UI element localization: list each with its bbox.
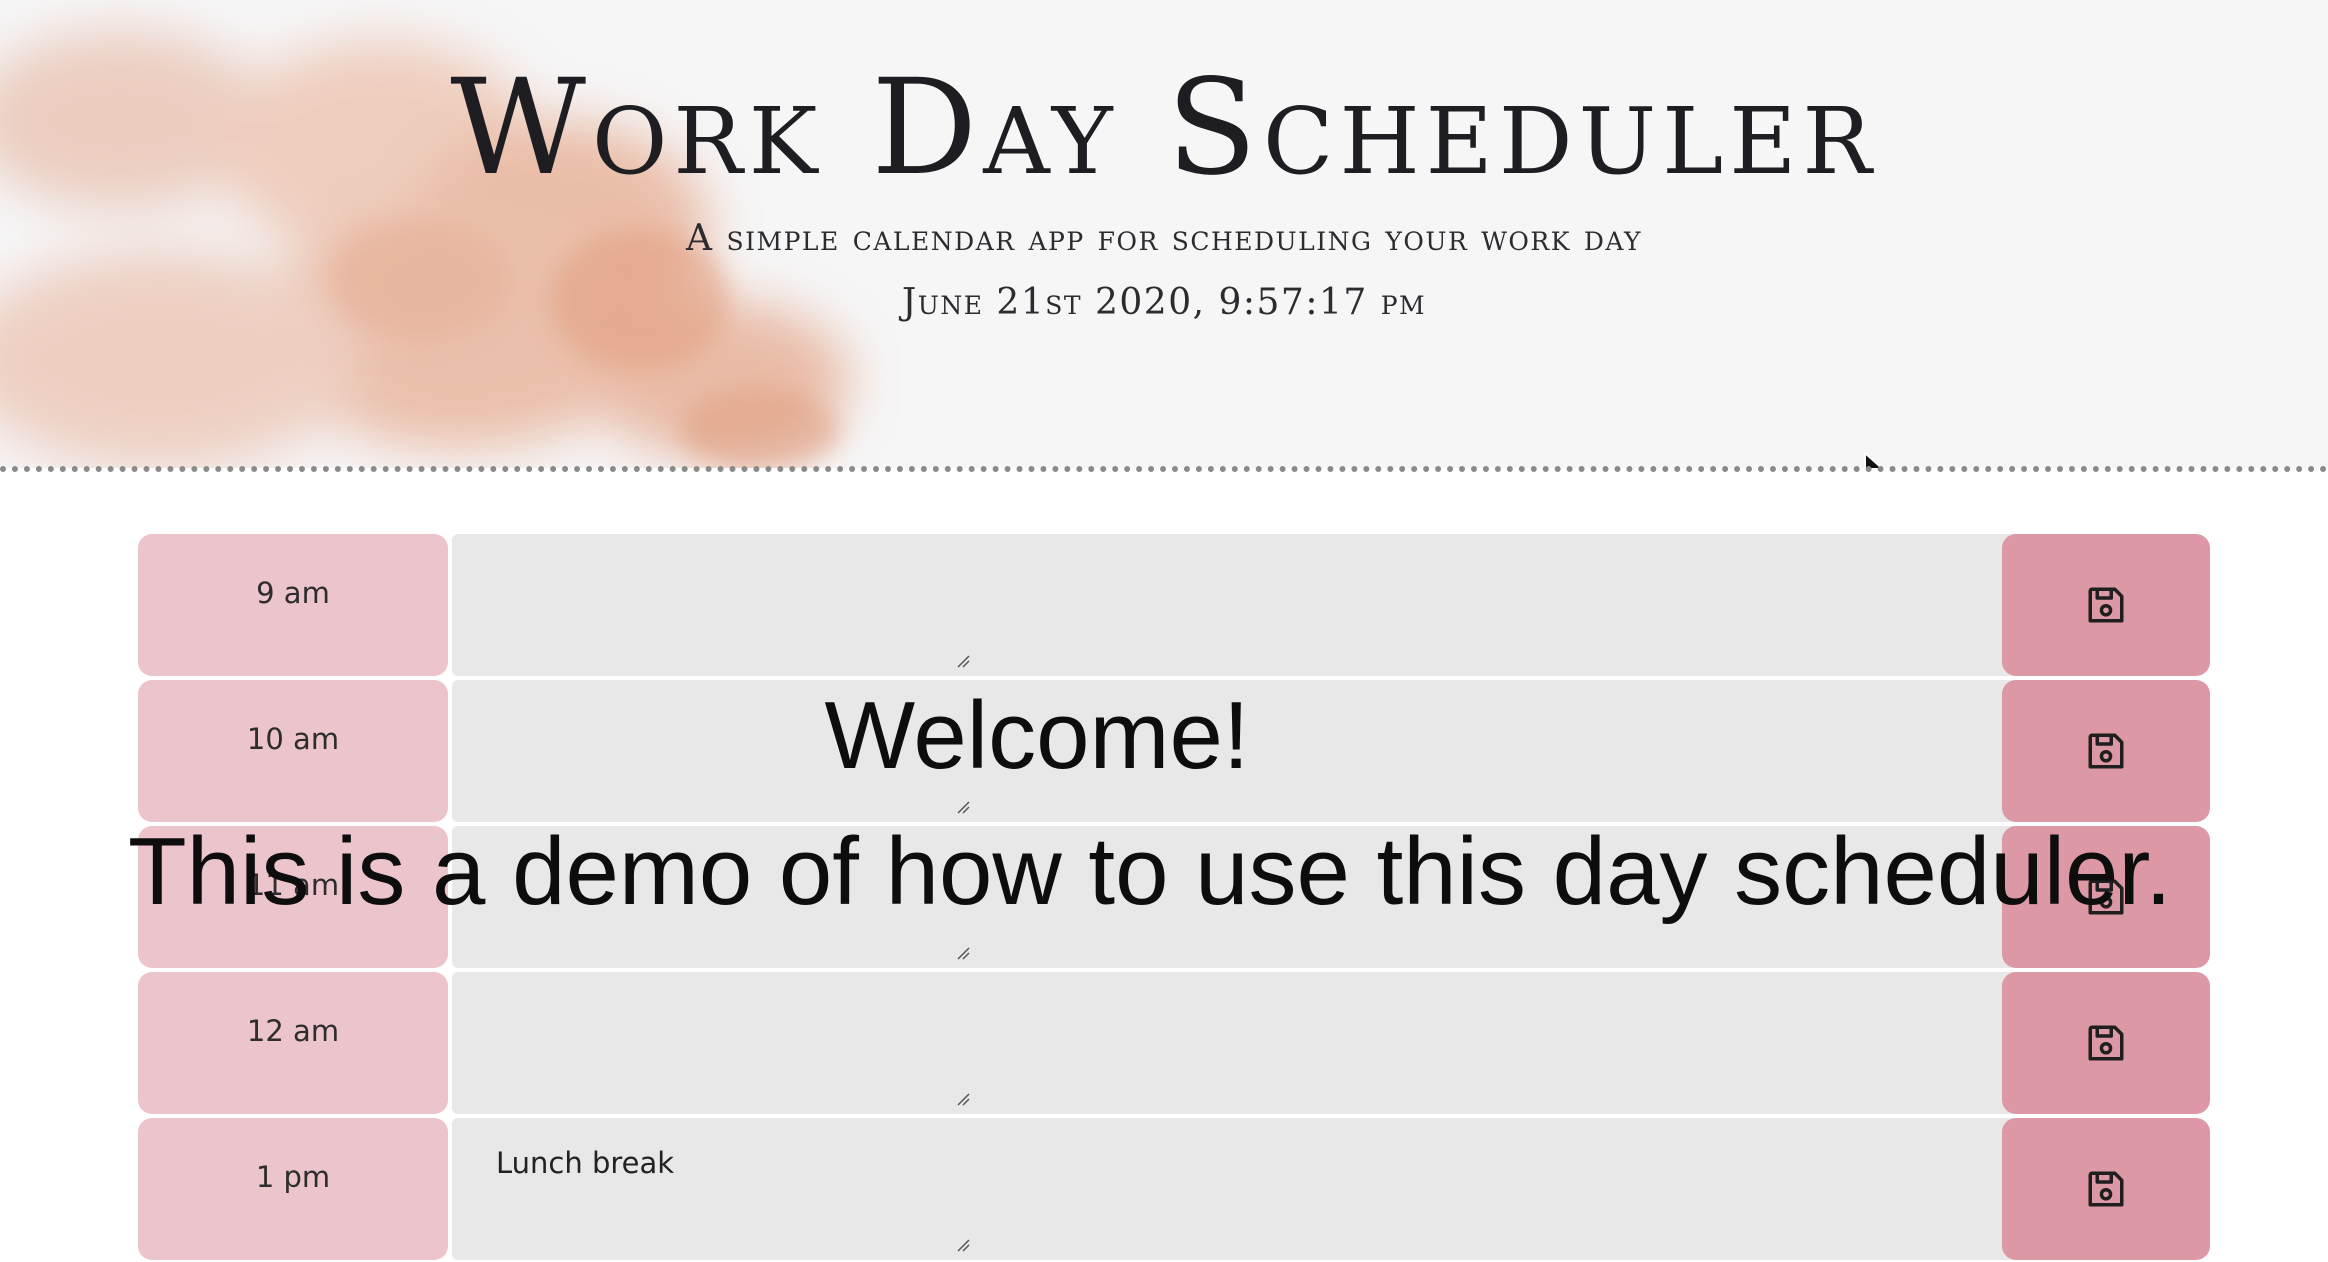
floppy-disk-icon bbox=[2088, 1025, 2124, 1061]
save-button[interactable] bbox=[2002, 1118, 2210, 1260]
page: Work Day Scheduler A simple calendar app… bbox=[0, 0, 2328, 1262]
save-button[interactable] bbox=[2002, 534, 2210, 676]
resize-grip-icon[interactable] bbox=[956, 1238, 970, 1252]
time-block: 1 pm Lunch break bbox=[138, 1118, 2210, 1260]
description-input[interactable]: Lunch break bbox=[452, 1118, 2138, 1260]
floppy-disk-icon bbox=[2088, 733, 2124, 769]
resize-grip-icon[interactable] bbox=[956, 654, 970, 668]
page-subtitle: A simple calendar app for scheduling you… bbox=[686, 218, 1642, 259]
page-title: Work Day Scheduler bbox=[450, 51, 1878, 205]
resize-grip-icon[interactable] bbox=[956, 946, 970, 960]
hour-label: 9 am bbox=[138, 534, 448, 676]
header-divider bbox=[0, 466, 2328, 472]
demo-caption: This is a demo of how to use this day sc… bbox=[128, 818, 2172, 925]
hour-label: 12 am bbox=[138, 972, 448, 1114]
floppy-disk-icon bbox=[2088, 587, 2124, 623]
time-block: 12 am bbox=[138, 972, 2210, 1114]
resize-grip-icon[interactable] bbox=[956, 1092, 970, 1106]
header: Work Day Scheduler A simple calendar app… bbox=[0, 0, 2328, 468]
description-input[interactable] bbox=[452, 972, 2138, 1114]
current-datetime: June 21st 2020, 9:57:17 pm bbox=[901, 282, 1427, 323]
welcome-caption: Welcome! bbox=[824, 682, 1250, 789]
hour-label: 1 pm bbox=[138, 1118, 448, 1260]
description-input[interactable] bbox=[452, 534, 2138, 676]
floppy-disk-icon bbox=[2088, 1171, 2124, 1207]
save-button[interactable] bbox=[2002, 972, 2210, 1114]
time-block: 9 am bbox=[138, 534, 2210, 676]
